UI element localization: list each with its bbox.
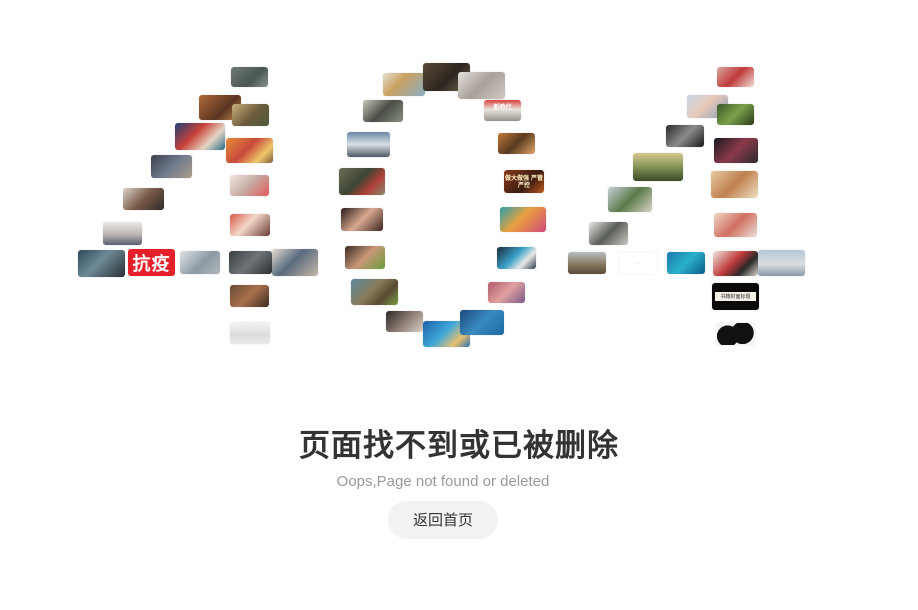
collage-thumb (103, 222, 142, 245)
collage-thumb (230, 322, 270, 344)
collage-thumb-blank: ··· (619, 252, 657, 274)
collage-thumb (711, 171, 758, 198)
collage-thumb (230, 175, 269, 196)
collage-thumb (180, 251, 220, 274)
collage-thumb (716, 323, 755, 345)
collage-thumb-kangyi: 抗疫 (128, 249, 175, 276)
collage-thumb (78, 250, 125, 277)
collage-thumb (231, 67, 268, 87)
collage-thumb (347, 132, 390, 157)
collage-thumb (272, 249, 318, 276)
collage-thumb (351, 279, 398, 305)
collage-thumb (363, 100, 403, 122)
collage-thumb (232, 104, 269, 126)
collage-thumb (229, 251, 272, 274)
collage-thumb (714, 138, 758, 163)
collage-thumb (123, 188, 164, 210)
collage-thumb (717, 67, 754, 87)
kangyi-caption: 抗疫 (132, 253, 171, 275)
collage-thumb (488, 282, 525, 303)
collage-thumb (230, 214, 270, 236)
collage-thumb (568, 252, 606, 274)
collage-thumb (339, 168, 385, 195)
collage-thumb (713, 251, 758, 276)
collage-thumb (589, 222, 628, 245)
collage-thumb-sign: 新時代 (484, 100, 521, 121)
collage-thumb (341, 208, 383, 231)
collage-thumb (386, 311, 423, 332)
blank-caption: ··· (636, 260, 640, 266)
collage-thumb (758, 250, 805, 276)
collage-thumb (458, 72, 505, 99)
sign-caption: 新時代 (493, 104, 512, 111)
collage-thumb (666, 125, 704, 147)
collage-thumb (497, 247, 536, 269)
collage-thumb (151, 155, 192, 178)
collage-thumb (345, 246, 385, 269)
collage-thumb (633, 153, 683, 181)
collage-thumb (667, 252, 705, 274)
boxing-caption: 做大做强 严管严控 (504, 174, 544, 189)
collage-thumb (608, 187, 652, 212)
collage-thumb (383, 73, 425, 96)
collage-thumb (460, 310, 504, 335)
collage-thumb (175, 123, 225, 150)
page-title: 页面找不到或已被删除 (299, 428, 619, 464)
book-caption: 书籍封面标题 (715, 292, 756, 301)
error-page: 抗疫 新時代 做大做强 严管严控 ··· 书籍封面标题 页面找不到或已被删除 O… (0, 0, 918, 610)
collage-thumb-boxing: 做大做强 严管严控 (504, 170, 544, 193)
back-home-button[interactable]: 返回首页 (388, 501, 498, 539)
collage-thumb (717, 104, 754, 125)
404-photo-collage: 抗疫 新時代 做大做强 严管严控 ··· 书籍封面标题 (0, 0, 918, 380)
collage-thumb (714, 213, 757, 237)
collage-thumb (230, 285, 269, 307)
collage-thumb (226, 138, 273, 163)
page-subtitle: Oops,Page not found or deleted (336, 473, 550, 490)
collage-thumb (498, 133, 535, 154)
collage-thumb-book: 书籍封面标题 (712, 283, 759, 310)
collage-thumb (500, 207, 546, 232)
